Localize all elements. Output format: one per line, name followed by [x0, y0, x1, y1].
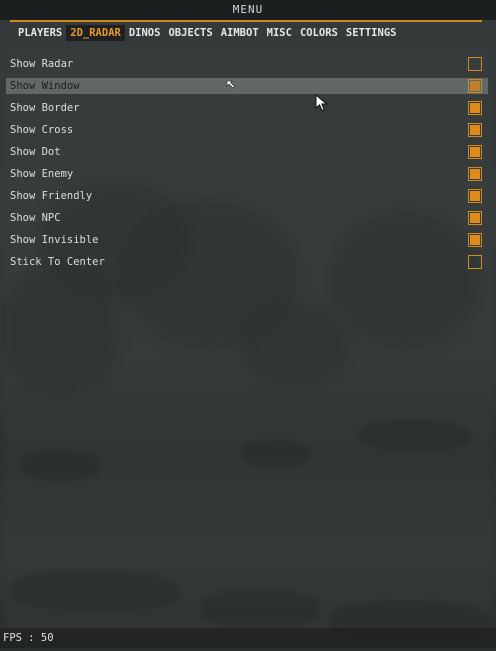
fps-counter: FPS : 50: [3, 632, 54, 644]
tab-bar: PLAYERS 2D_RADAR DINOS OBJECTS AIMBOT MI…: [14, 25, 400, 41]
option-label: Show Window: [10, 80, 80, 92]
tab-dinos[interactable]: DINOS: [125, 25, 165, 41]
option-show-invisible[interactable]: Show Invisible: [6, 232, 488, 248]
option-show-radar[interactable]: Show Radar: [6, 56, 488, 72]
show-npc-checkbox[interactable]: [468, 211, 482, 225]
menu-window: MENU PLAYERS 2D_RADAR DINOS OBJECTS AIMB…: [0, 0, 496, 651]
show-cross-checkbox[interactable]: [468, 123, 482, 137]
option-label: Show Friendly: [10, 190, 93, 202]
resize-cursor-icon: [226, 80, 235, 89]
tab-aimbot[interactable]: AIMBOT: [217, 25, 263, 41]
option-label: Show Radar: [10, 58, 74, 70]
show-border-checkbox[interactable]: [468, 101, 482, 115]
show-invisible-checkbox[interactable]: [468, 233, 482, 247]
tab-objects[interactable]: OBJECTS: [164, 25, 216, 41]
show-dot-checkbox[interactable]: [468, 145, 482, 159]
show-window-checkbox[interactable]: [468, 79, 482, 93]
stick-to-center-checkbox[interactable]: [468, 255, 482, 269]
option-label: Show Border: [10, 102, 80, 114]
option-show-window[interactable]: Show Window: [6, 78, 488, 94]
option-show-border[interactable]: Show Border: [6, 100, 488, 116]
fps-counter-bar: FPS : 50: [0, 628, 496, 648]
option-label: Show Cross: [10, 124, 74, 136]
option-show-cross[interactable]: Show Cross: [6, 122, 488, 138]
option-show-enemy[interactable]: Show Enemy: [6, 166, 488, 182]
tab-settings[interactable]: SETTINGS: [342, 25, 401, 41]
tab-players[interactable]: PLAYERS: [14, 25, 66, 41]
option-label: Stick To Center: [10, 256, 105, 268]
tab-2d-radar[interactable]: 2D_RADAR: [66, 25, 125, 41]
option-label: Show NPC: [10, 212, 61, 224]
option-label: Show Invisible: [10, 234, 99, 246]
arrow-cursor-icon: [315, 94, 328, 112]
option-label: Show Enemy: [10, 168, 74, 180]
option-label: Show Dot: [10, 146, 61, 158]
tab-colors[interactable]: COLORS: [296, 25, 342, 41]
show-enemy-checkbox[interactable]: [468, 167, 482, 181]
tab-misc[interactable]: MISC: [263, 25, 296, 41]
option-show-dot[interactable]: Show Dot: [6, 144, 488, 160]
show-radar-checkbox[interactable]: [468, 57, 482, 71]
show-friendly-checkbox[interactable]: [468, 189, 482, 203]
option-stick-to-center[interactable]: Stick To Center: [6, 254, 488, 270]
title-accent-line: [10, 20, 482, 22]
window-title: MENU: [0, 0, 496, 20]
option-show-friendly[interactable]: Show Friendly: [6, 188, 488, 204]
option-show-npc[interactable]: Show NPC: [6, 210, 488, 226]
